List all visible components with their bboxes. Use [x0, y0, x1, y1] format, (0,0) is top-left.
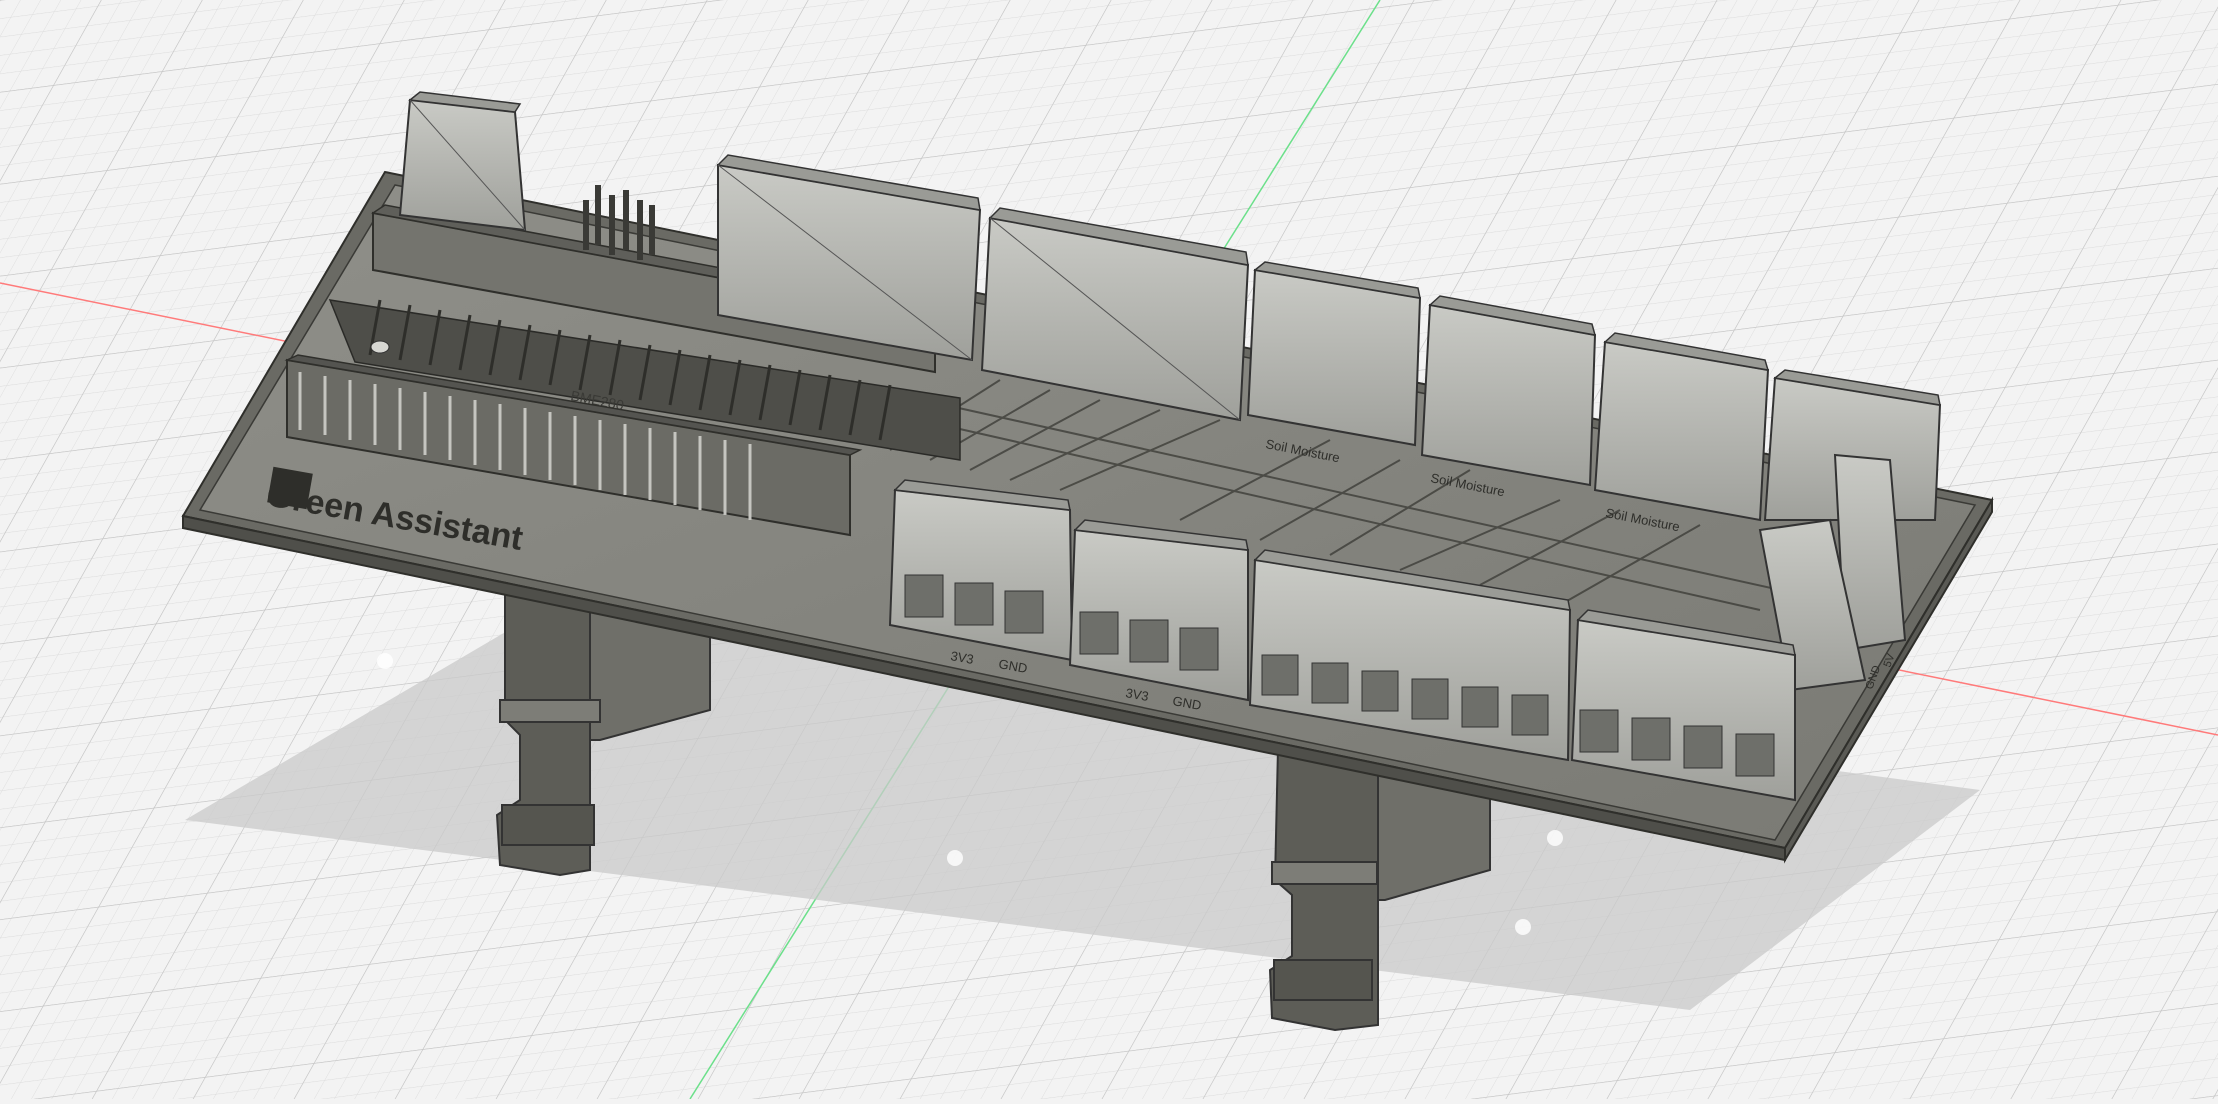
terminal-block-back-3	[1246, 261, 1422, 447]
terminal-block-back-5	[1593, 332, 1770, 522]
logo-mark-icon	[267, 466, 313, 510]
terminal-block-back-4	[1420, 295, 1597, 487]
cad-3d-viewport[interactable]: BME280 Green Assistant 3V3 GND 3V3 GND S…	[0, 0, 2218, 1100]
terminal-block-top-left	[398, 91, 527, 232]
